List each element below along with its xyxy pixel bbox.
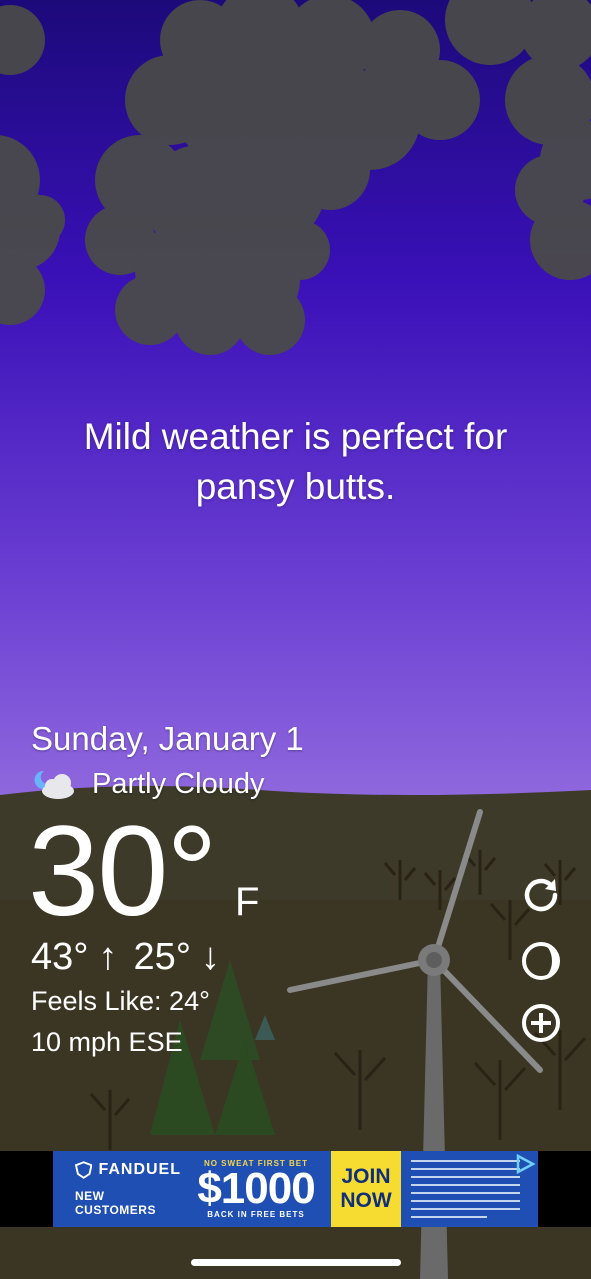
temperature-unit: F [235, 880, 260, 924]
down-arrow-icon: ↓ [200, 936, 220, 978]
moon-cloud-icon [34, 770, 74, 799]
current-date: Sunday, January 1 [31, 720, 304, 757]
home-indicator[interactable] [191, 1259, 401, 1266]
current-temperature: 30° [28, 800, 218, 943]
ad-tagline: NEW CUSTOMERS [75, 1189, 156, 1217]
add-icon[interactable] [517, 999, 565, 1047]
banner-ad[interactable]: FANDUEL NEW CUSTOMERS NO SWEAT FIRST BET… [53, 1151, 538, 1227]
ad-join-button[interactable]: JOIN NOW [331, 1151, 401, 1227]
condition-text: Partly Cloudy [92, 767, 265, 800]
wind-speed: 10 mph ESE [31, 1027, 183, 1057]
weather-message: Mild weather is perfect for pansy butts. [83, 416, 508, 507]
feels-like: Feels Like: 24° [31, 986, 210, 1016]
storm-clouds [0, 0, 591, 355]
ad-cta-line2: NOW [340, 1189, 392, 1212]
ad-offer: NO SWEAT FIRST BET $1000 BACK IN FREE BE… [181, 1159, 331, 1219]
ad-brand-block: FANDUEL NEW CUSTOMERS [53, 1161, 181, 1217]
ad-choices-icon[interactable] [514, 1153, 536, 1175]
ad-letterbox-right [538, 1151, 591, 1227]
shield-icon [75, 1161, 93, 1179]
low-temp: 25° [133, 936, 191, 978]
ad-cta-line1: JOIN [341, 1165, 391, 1188]
high-low: 43° ↑ 25° ↓ [31, 936, 220, 979]
condition-row: Partly Cloudy [30, 764, 264, 804]
ad-letterbox-left [0, 1151, 53, 1227]
refresh-icon[interactable] [517, 871, 565, 919]
high-temp: 43° [31, 936, 89, 978]
weather-scene [0, 0, 591, 1279]
up-arrow-icon: ↑ [98, 936, 118, 978]
ad-brand-name: FANDUEL [98, 1161, 181, 1178]
ad-amount: $1000 [197, 1164, 315, 1213]
moon-phase-icon[interactable] [517, 937, 565, 985]
